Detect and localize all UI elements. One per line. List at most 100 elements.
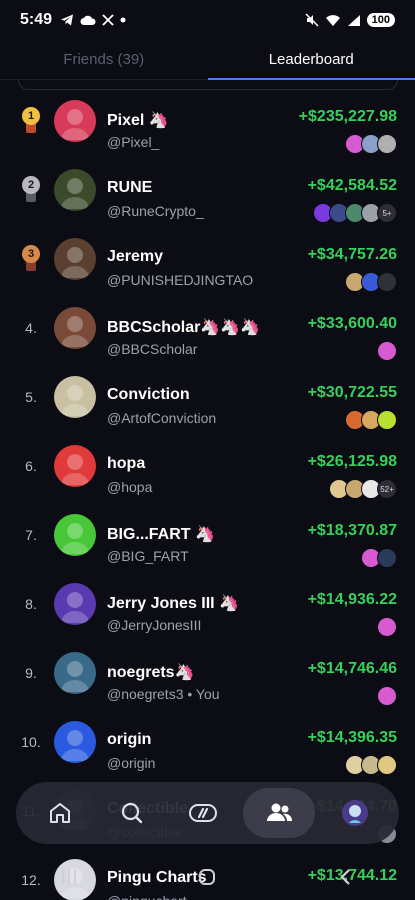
signal-icon — [347, 14, 360, 26]
status-time: 5:49 — [20, 11, 53, 28]
avatar-image — [61, 454, 89, 485]
profile-avatar-icon — [342, 800, 369, 826]
user-display-name[interactable]: Conviction — [107, 386, 190, 404]
nav-profile-button[interactable] — [323, 788, 387, 838]
rank-number: 9. — [25, 665, 37, 681]
avatar-image — [61, 730, 89, 761]
avatar[interactable] — [54, 445, 96, 487]
rank-number: 7. — [25, 527, 37, 543]
avatar[interactable] — [54, 169, 96, 211]
nav-trade-button[interactable] — [171, 788, 235, 838]
mute-icon — [305, 13, 319, 27]
held-tokens — [345, 410, 397, 430]
user-display-name[interactable]: origin — [107, 731, 151, 749]
home-pill-icon[interactable] — [197, 867, 217, 887]
user-display-name[interactable]: BIG...FART 🦄 — [107, 524, 215, 544]
avatar[interactable] — [54, 721, 96, 763]
rank-medal-gold: 1 — [18, 107, 44, 134]
leaderboard-row[interactable]: 4. BBCScholar🦄🦄🦄 @BBCScholar +$33,600.40 — [0, 293, 415, 362]
held-tokens — [377, 341, 397, 361]
avatar[interactable] — [54, 376, 96, 418]
rank-number: 5. — [25, 389, 37, 405]
held-tokens — [345, 134, 397, 154]
avatar-image — [61, 316, 89, 347]
more-tokens-badge: 5+ — [377, 203, 397, 223]
nav-friends-button[interactable] — [243, 788, 316, 838]
leaderboard-row[interactable]: 10. origin @origin +$14,396.35 — [0, 707, 415, 776]
user-display-name[interactable]: RUNE — [107, 179, 152, 197]
token-icon — [377, 272, 397, 292]
avatar[interactable] — [54, 307, 96, 349]
avatar-image — [61, 385, 89, 416]
avatar-image — [61, 592, 89, 623]
avatar[interactable] — [54, 583, 96, 625]
medal-rank-number: 3 — [22, 245, 40, 263]
leaderboard-list: 1 Pixel 🦄 @Pixel_ +$235,227.98 2 RUNE @RuneCry… — [0, 86, 415, 900]
avatar[interactable] — [54, 652, 96, 694]
leaderboard-row[interactable]: 7. BIG...FART 🦄 @BIG_FART +$18,370.87 — [0, 500, 415, 569]
avatar-image — [61, 661, 89, 692]
rank-number: 10. — [21, 734, 41, 750]
user-display-name[interactable]: noegrets🦄 — [107, 662, 195, 682]
tab-leaderboard[interactable]: Leaderboard — [207, 40, 415, 80]
silver-medal-icon: 2 — [21, 176, 41, 204]
medal-rank-number: 2 — [22, 176, 40, 194]
tab-bar: Friends (39) Leaderboard — [0, 40, 415, 80]
rank-medal-silver: 2 — [18, 176, 44, 204]
leaderboard-row[interactable]: 6. hopa @hopa +$26,125.98 52+ — [0, 431, 415, 500]
token-icon — [377, 686, 397, 706]
user-handle: @ArtofConviction — [107, 410, 217, 426]
rank-medal-bronze: 3 — [18, 245, 44, 273]
status-notification-icons — [60, 13, 126, 27]
status-bar: 5:49 100 — [0, 0, 415, 40]
nav-home-button[interactable] — [28, 788, 92, 838]
leaderboard-row[interactable]: 3 Jeremy @PUNISHEDJINGTAO +$34,757.26 — [0, 224, 415, 293]
leaderboard-row[interactable]: 1 Pixel 🦄 @Pixel_ +$235,227.98 — [0, 86, 415, 155]
pnl-value: +$14,396.35 — [307, 729, 397, 746]
tab-friends[interactable]: Friends (39) — [0, 40, 208, 79]
avatar[interactable] — [54, 100, 96, 142]
user-handle: @JerryJonesIII — [107, 617, 202, 633]
bronze-medal-icon: 3 — [21, 245, 41, 273]
avatar[interactable] — [54, 514, 96, 556]
user-display-name[interactable]: BBCScholar🦄🦄🦄 — [107, 317, 260, 337]
leaderboard-row[interactable]: 5. Conviction @ArtofConviction +$30,722.55 — [0, 362, 415, 431]
nav-search-button[interactable] — [100, 788, 164, 838]
token-icon — [377, 755, 397, 775]
recents-icon[interactable] — [59, 867, 79, 887]
leaderboard-row[interactable]: 2 RUNE @RuneCrypto_ +$42,584.52 5+ — [0, 155, 415, 224]
held-tokens — [377, 686, 397, 706]
rank-number: 8. — [25, 596, 37, 612]
token-icon — [377, 134, 397, 154]
rank-number: 4. — [25, 320, 37, 336]
friends-icon — [267, 803, 293, 821]
held-tokens: 5+ — [313, 203, 397, 223]
user-handle: @hopa — [107, 479, 153, 495]
trade-icon — [189, 804, 218, 822]
token-icon — [377, 548, 397, 568]
user-display-name[interactable]: hopa — [107, 455, 145, 473]
user-display-name[interactable]: Pixel 🦄 — [107, 110, 169, 130]
avatar[interactable] — [54, 238, 96, 280]
user-display-name[interactable]: Jerry Jones III 🦄 — [107, 593, 239, 613]
rank-number: 6. — [25, 458, 37, 474]
held-tokens — [361, 548, 397, 568]
token-icon — [377, 617, 397, 637]
user-handle: @BBCScholar — [107, 341, 198, 357]
held-tokens: 52+ — [329, 479, 397, 499]
x-icon — [102, 14, 114, 26]
medal-rank-number: 1 — [22, 107, 40, 125]
dot-icon — [120, 17, 126, 23]
leaderboard-row[interactable]: 8. Jerry Jones III 🦄 @JerryJonesIII +$14,93… — [0, 569, 415, 638]
bottom-nav — [16, 782, 399, 844]
leaderboard-row[interactable]: 9. noegrets🦄 @noegrets3 • You +$14,746.46 — [0, 638, 415, 707]
search-icon — [121, 802, 142, 824]
pnl-value: +$18,370.87 — [307, 522, 397, 539]
user-display-name[interactable]: Jeremy — [107, 248, 163, 266]
avatar-image — [61, 247, 89, 278]
pnl-value: +$235,227.98 — [298, 108, 397, 125]
pnl-value: +$42,584.52 — [307, 177, 397, 194]
battery-indicator: 100 — [366, 13, 395, 27]
user-handle: @pinguchart — [107, 893, 187, 900]
back-icon[interactable] — [336, 867, 356, 887]
